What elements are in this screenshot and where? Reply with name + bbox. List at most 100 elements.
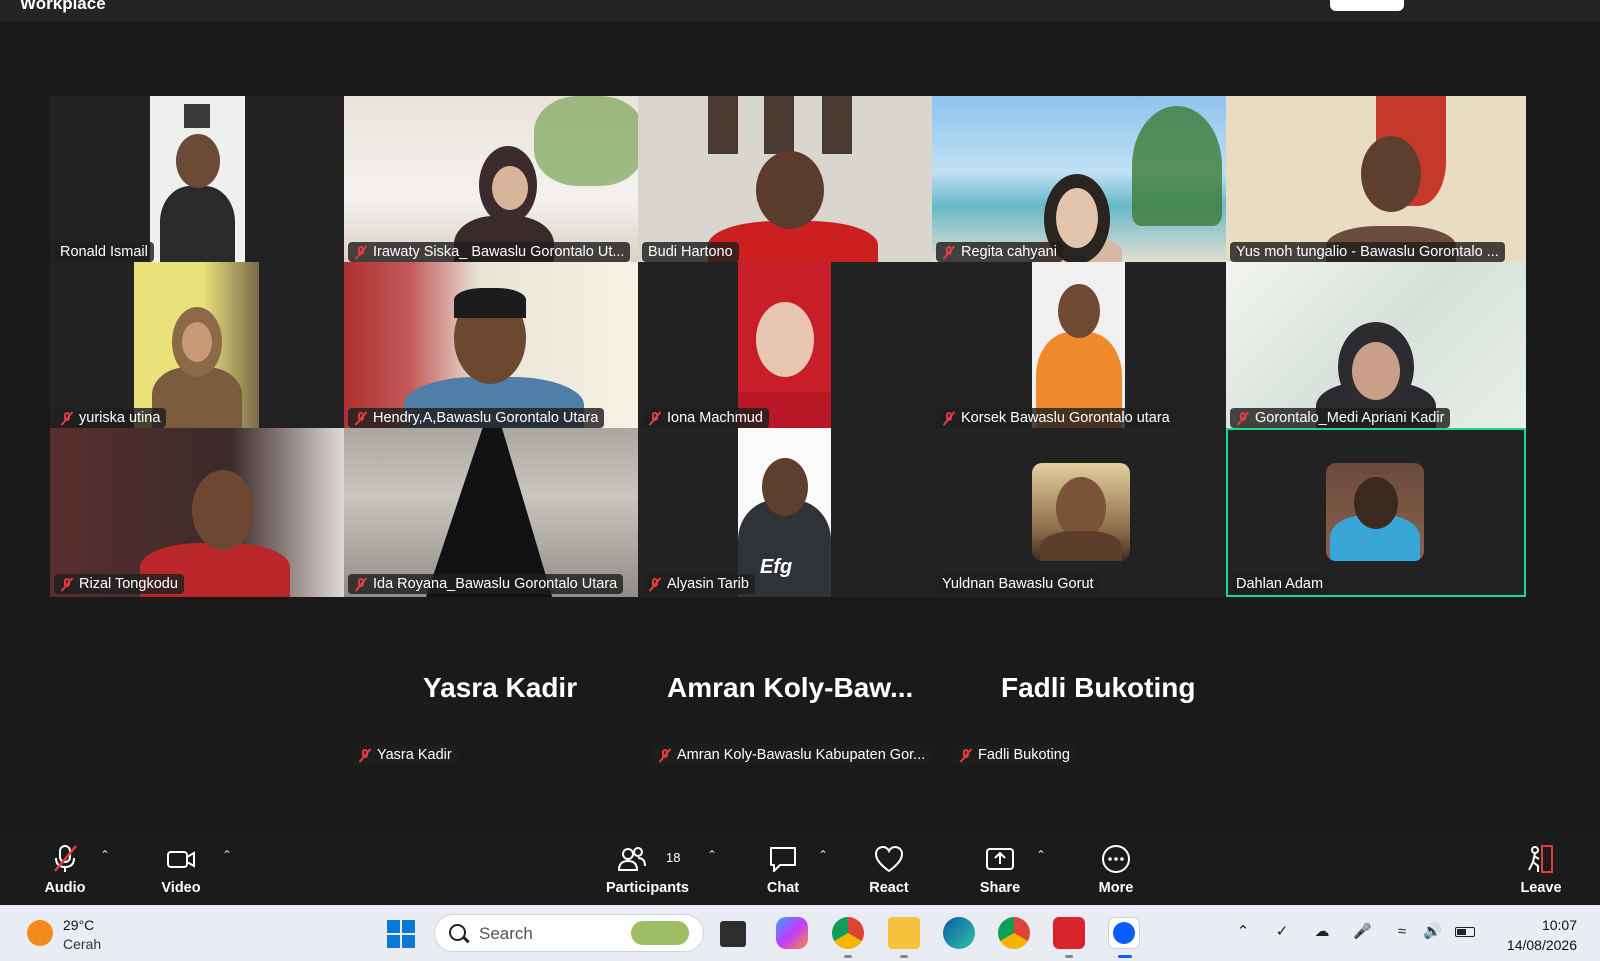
participant-video: [1226, 96, 1526, 265]
title-bar: Workplace: [0, 0, 1600, 21]
copilot-icon[interactable]: [776, 917, 808, 949]
zoom-app-icon[interactable]: [1108, 917, 1140, 949]
chrome-profile-icon[interactable]: [998, 917, 1030, 949]
search-highlight-image: [631, 921, 689, 945]
video-tile[interactable]: Budi Hartono: [638, 96, 938, 265]
top-button[interactable]: [1330, 0, 1404, 11]
participant-name-tag: Amran Koly-Bawaslu Kabupaten Gor...: [652, 745, 932, 765]
chevron-up-icon[interactable]: ⌃: [1234, 924, 1252, 940]
chat-bubble-icon: [770, 847, 796, 872]
participant-name-tag: Yuldnan Bawaslu Gorut: [936, 574, 1100, 594]
battery-icon[interactable]: [1455, 924, 1479, 940]
audio-options-caret[interactable]: ⌃: [100, 848, 110, 862]
meeting-toolbar: Audio ⌃ Video ⌃ Participants 18 ⌃ Chat ⌃…: [0, 830, 1600, 905]
running-indicator: [844, 955, 852, 958]
react-button[interactable]: React: [844, 830, 934, 905]
video-tile[interactable]: Yuldnan Bawaslu Gorut: [932, 428, 1232, 597]
participant-name-tag: Regita cahyani: [936, 242, 1063, 262]
video-camera-icon: [167, 851, 195, 868]
video-tile[interactable]: Efg Alyasin Tarib: [638, 428, 938, 597]
participant-name-tag: Ronald Ismail: [54, 242, 154, 262]
muted-mic-icon: [54, 845, 77, 872]
participants-label: Participants: [606, 880, 689, 896]
participant-name-tag: Yus moh tungalio - Bawaslu Gorontalo ...: [1230, 242, 1505, 262]
windows-taskbar: 29°C Cerah Search ⌃ ✓ ☁ 🎤 ≈ 🔊 10:07 14/0…: [0, 905, 1600, 961]
chat-button[interactable]: Chat: [738, 830, 828, 905]
active-indicator: [1118, 955, 1132, 958]
chat-options-caret[interactable]: ⌃: [818, 848, 828, 862]
video-button[interactable]: Video: [136, 830, 226, 905]
video-tile[interactable]: Iona Machmud: [638, 262, 938, 431]
clock-time[interactable]: 10:07: [1497, 917, 1577, 933]
video-tile[interactable]: Regita cahyani: [932, 96, 1232, 265]
participant-video: [344, 96, 644, 265]
speaker-icon[interactable]: 🔊: [1423, 924, 1442, 940]
video-tile[interactable]: Korsek Bawaslu Gorontalo utara: [932, 262, 1232, 431]
audio-label: Audio: [44, 880, 86, 896]
participant-display-name: Fadli Bukoting: [1001, 672, 1196, 703]
muted-mic-icon: [354, 245, 368, 260]
share-button[interactable]: Share: [955, 830, 1045, 905]
task-view-icon[interactable]: [720, 921, 746, 947]
cloud-icon[interactable]: ☁: [1313, 924, 1331, 940]
edge-icon[interactable]: [943, 917, 975, 949]
video-tile[interactable]: Hendry,A,Bawaslu Gorontalo Utara: [344, 262, 644, 431]
participant-name-tag: Korsek Bawaslu Gorontalo utara: [936, 408, 1176, 428]
participants-options-caret[interactable]: ⌃: [707, 848, 717, 862]
chrome-icon[interactable]: [832, 917, 864, 949]
share-options-caret[interactable]: ⌃: [1036, 848, 1046, 862]
participant-video: [344, 262, 644, 431]
video-tile-active-speaker[interactable]: Dahlan Adam: [1226, 428, 1526, 597]
participants-button[interactable]: Participants: [600, 830, 695, 905]
leave-label: Leave: [1520, 880, 1562, 896]
participant-display-name: Amran Koly-Baw...: [667, 672, 914, 703]
video-gallery: Ronald Ismail Irawaty Siska_ Bawaslu Gor…: [50, 96, 1552, 604]
weather-description[interactable]: Cerah: [63, 936, 101, 952]
video-tile[interactable]: Ida Royana_Bawaslu Gorontalo Utara: [344, 428, 644, 597]
video-tile[interactable]: Irawaty Siska_ Bawaslu Gorontalo Ut...: [344, 96, 644, 265]
microphone-icon[interactable]: 🎤: [1353, 924, 1372, 940]
participant-video: Efg: [738, 428, 831, 597]
video-tile[interactable]: Yus moh tungalio - Bawaslu Gorontalo ...: [1226, 96, 1526, 265]
video-options-caret[interactable]: ⌃: [222, 848, 232, 862]
share-label: Share: [979, 880, 1021, 896]
leave-button[interactable]: Leave: [1496, 830, 1586, 905]
participant-name-tag: Hendry,A,Bawaslu Gorontalo Utara: [348, 408, 605, 428]
video-tile[interactable]: Gorontalo_Medi Apriani Kadir: [1226, 262, 1526, 431]
muted-mic-icon: [942, 411, 956, 426]
muted-mic-icon: [648, 411, 662, 426]
leave-exit-icon: [1528, 845, 1553, 873]
participant-video: [344, 428, 644, 597]
audio-button[interactable]: Audio: [20, 830, 110, 905]
participant-name-tag: Irawaty Siska_ Bawaslu Gorontalo Ut...: [348, 242, 631, 262]
participant-name-tag: Iona Machmud: [642, 408, 769, 428]
participant-video: [1032, 262, 1125, 431]
windows-start-icon[interactable]: [387, 920, 415, 948]
muted-mic-icon: [60, 577, 74, 592]
video-tile[interactable]: Rizal Tongkodu: [50, 428, 350, 597]
weather-temperature[interactable]: 29°C: [63, 917, 94, 933]
share-screen-icon: [986, 848, 1014, 870]
file-explorer-icon[interactable]: [888, 917, 920, 949]
muted-mic-icon: [354, 577, 368, 592]
wifi-icon[interactable]: ≈: [1393, 924, 1411, 940]
participant-video: [1226, 262, 1526, 431]
video-tile[interactable]: yuriska utina: [50, 262, 350, 431]
react-label: React: [869, 880, 909, 896]
weather-sun-icon[interactable]: [27, 920, 53, 946]
running-indicator: [1065, 955, 1073, 958]
wps-office-icon[interactable]: [1053, 917, 1085, 949]
taskbar-search[interactable]: Search: [434, 914, 704, 952]
video-tile[interactable]: Ronald Ismail: [50, 96, 350, 265]
chat-label: Chat: [766, 880, 800, 896]
participant-name-tag: Budi Hartono: [642, 242, 739, 262]
muted-mic-icon: [1236, 411, 1250, 426]
participant-display-name: Yasra Kadir: [423, 672, 578, 703]
muted-mic-icon: [648, 577, 662, 592]
participants-count: 18: [666, 850, 681, 865]
participant-name-tag: Gorontalo_Medi Apriani Kadir: [1230, 408, 1451, 428]
muted-mic-icon: [959, 748, 973, 763]
more-button[interactable]: More: [1071, 830, 1161, 905]
clock-date[interactable]: 14/08/2026: [1497, 937, 1577, 953]
vpn-icon[interactable]: ✓: [1273, 924, 1291, 940]
